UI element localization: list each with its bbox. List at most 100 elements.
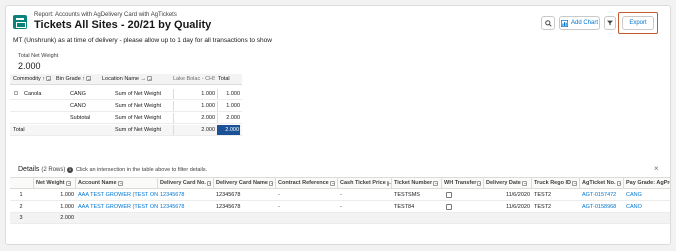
cell-net-weight-total: 2.000 [60,215,74,221]
export-button[interactable]: Export [622,16,654,30]
cell-delivery-card-no-link[interactable]: 12345678 [160,201,214,212]
cell-cash-ticket-price: - [340,203,342,210]
matrix-commodity: Canola [24,91,42,97]
column-header-delivery-card-no[interactable]: Delivery Card No. [158,178,214,188]
chevron-down-icon[interactable] [477,180,481,186]
matrix-cell[interactable]: 1.000 [173,89,215,99]
matrix-header-bin-grade[interactable]: Bin Grade ↑ [56,74,100,84]
cell-truck-rego-id: TEST2 [534,203,552,210]
cell-pay-grade-link[interactable]: CANO [626,201,670,212]
chevron-down-icon[interactable] [206,180,211,186]
matrix-header-commodity[interactable]: Commodity ↑ [13,74,53,84]
matrix-header-lake-bolac: Lake Bolac - CHS [173,76,215,82]
search-icon [544,19,552,27]
cell-contract-reference: - [278,191,280,198]
chevron-down-icon[interactable] [46,76,52,82]
table-row: 2 1.000 AAA TEST GROWER (TEST ONLY) 1234… [10,201,670,213]
matrix-header-label: Location Name → [102,76,147,82]
matrix-header-label: Commodity ↑ [13,76,46,82]
add-chart-label: Add Chart [570,20,598,26]
chevron-down-icon[interactable] [616,180,621,186]
expand-icon[interactable] [14,89,22,99]
row-number-header [10,178,34,188]
cell-delivery-date: 11/6/2020 [505,203,530,210]
chevron-down-icon[interactable] [147,76,153,82]
matrix-total-cell[interactable]: 1.000 [217,89,240,99]
cell-net-weight: 1.000 [60,191,74,198]
column-label: Cash Ticket Price [340,180,386,186]
matrix-total-cell[interactable]: 1.000 [217,101,240,111]
chevron-down-icon[interactable] [117,180,123,186]
matrix-total-cell[interactable]: 2.000 [217,113,240,123]
info-icon: i [67,167,73,173]
column-header-pay-grade[interactable]: Pay Grade: AgPro [624,178,670,188]
column-header-net-weight[interactable]: Net Weight [34,178,76,188]
details-title: Details (2 Rows) [18,166,65,173]
row-number: 1 [19,191,23,198]
matrix-cell[interactable]: 2.000 [173,113,215,123]
column-header-delivery-date[interactable]: Delivery Date [484,178,532,188]
page-title: Tickets All Sites - 20/21 by Quality [34,19,212,31]
matrix-measure: Sum of Net Weight [115,91,162,97]
chart-icon [560,19,568,27]
column-header-delivery-card-name[interactable]: Delivery Card Name [214,178,276,188]
cell-account-name-link[interactable]: AAA TEST GROWER (TEST ONLY) [78,201,158,212]
column-header-cash-ticket-price[interactable]: Cash Ticket Price [338,178,392,188]
matrix-header-label: Bin Grade ↑ [56,76,86,82]
column-label: AgTicket No. [582,180,616,186]
column-header-agticket-no[interactable]: AgTicket No. [580,178,624,188]
cell-delivery-card-no-link[interactable]: 12345678 [160,189,214,200]
chevron-down-icon[interactable] [329,180,335,186]
column-header-truck-rego-id[interactable]: Truck Rego ID [532,178,580,188]
matrix-cell[interactable]: 2.000 [173,125,215,135]
matrix-header-row: Commodity ↑ Bin Grade ↑ Location Name → … [10,74,242,85]
report-header: Report: Accounts with AgDelivery Card wi… [6,6,670,47]
cell-ticket-number: TEST84 [394,203,415,210]
chevron-down-icon[interactable] [386,180,391,186]
close-icon[interactable]: × [654,164,659,173]
cell-delivery-card-name: 12345678 [216,191,241,198]
checkbox[interactable] [446,191,452,198]
matrix-subtotal-row: Subtotal Sum of Net Weight 2.000 2.000 [10,113,242,124]
matrix-measure: Sum of Net Weight [115,115,162,121]
column-header-contract-reference[interactable]: Contract Reference [276,178,338,188]
matrix-header-location[interactable]: Location Name → [102,74,170,84]
matrix-grade: CANG [70,91,86,97]
chevron-down-icon[interactable] [86,76,92,82]
matrix-measure: Sum of Net Weight [115,127,162,133]
cell-wh-transfer [446,201,484,212]
row-number: 2 [19,203,23,210]
add-chart-button[interactable]: Add Chart [559,16,600,30]
details-title-text: Details [18,166,40,173]
cell-agticket-no-link[interactable]: AGT-0158968 [582,201,624,212]
filter-icon [607,20,613,26]
chevron-down-icon[interactable] [521,180,527,186]
matrix-cell[interactable]: 1.000 [173,101,215,111]
chevron-down-icon[interactable] [65,180,71,186]
cell-agticket-no-link[interactable]: AGT-0157472 [582,189,624,200]
row-number: 3 [19,215,23,221]
matrix-grand-total-cell[interactable]: 2.000 [217,125,240,135]
details-hint: Click an intersection in the table above… [76,167,208,173]
cell-account-name-link[interactable]: AAA TEST GROWER (TEST ONLY) [78,189,158,200]
details-header-row: Net Weight Account Name Delivery Card No… [10,177,670,189]
report-description: MT (Unshrunk) as at time of delivery - p… [13,37,272,44]
chevron-down-icon[interactable] [571,180,577,186]
column-header-wh-transfer[interactable]: WH Transfer [442,178,484,188]
matrix-grade: Subtotal [70,115,91,121]
column-label: Account Name [78,180,117,186]
chevron-down-icon[interactable] [268,180,273,186]
search-button[interactable] [541,16,555,30]
cell-cash-ticket-price: - [340,191,342,198]
matrix-measure: Sum of Net Weight [115,103,162,109]
column-header-ticket-number[interactable]: Ticket Number [392,178,442,188]
chevron-down-icon[interactable] [433,180,439,186]
filter-button[interactable] [604,16,616,30]
column-header-account-name[interactable]: Account Name [76,178,158,188]
checkbox[interactable] [446,203,452,210]
column-label: Delivery Card Name [216,180,268,186]
cell-pay-grade-link[interactable]: CANG [626,189,670,200]
cell-wh-transfer [446,189,484,200]
summary-label: Total Net Weight [18,53,59,59]
report-subtitle: Report: Accounts with AgDelivery Card wi… [34,12,177,18]
